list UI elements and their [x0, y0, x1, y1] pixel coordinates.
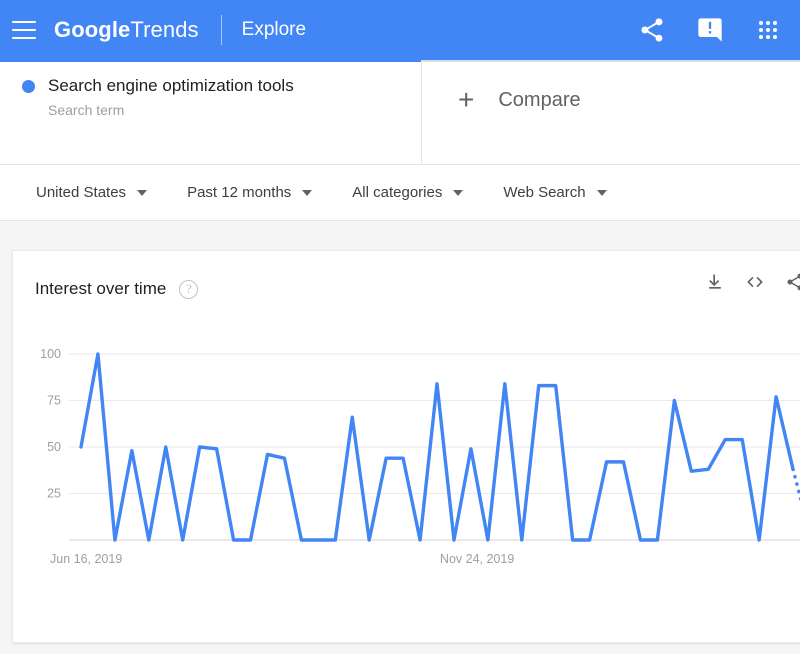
chart-card-footer — [13, 590, 800, 642]
search-term-content: Search engine optimization tools Search … — [0, 60, 421, 118]
compare-accent-bar — [422, 60, 800, 62]
y-axis-tick-label: 75 — [47, 394, 61, 408]
share-icon[interactable] — [638, 16, 666, 44]
y-axis-tick-label: 50 — [47, 440, 61, 454]
share-icon[interactable] — [778, 267, 800, 297]
filter-bar: United States Past 12 months All categor… — [0, 165, 800, 221]
hamburger-menu-icon[interactable] — [12, 21, 36, 39]
chart-line-dashed — [793, 469, 800, 534]
x-axis-tick-label: Nov 24, 2019 — [440, 552, 514, 566]
chevron-down-icon — [302, 190, 312, 196]
filter-time-range[interactable]: Past 12 months — [187, 184, 312, 201]
chart-y-axis-labels: 25 50 75 100 — [40, 347, 61, 501]
download-icon[interactable] — [698, 267, 732, 297]
chart-card-header: Interest over time ? — [13, 251, 800, 309]
filter-search-type-label: Web Search — [503, 184, 585, 201]
chart-title: Interest over time — [35, 279, 166, 299]
interest-over-time-card: Interest over time ? — [12, 250, 800, 643]
brand-google: Google — [54, 17, 130, 42]
filter-location-label: United States — [36, 184, 126, 201]
filter-location[interactable]: United States — [36, 184, 147, 201]
filter-category[interactable]: All categories — [352, 184, 463, 201]
y-axis-tick-label: 25 — [47, 487, 61, 501]
feedback-icon[interactable] — [696, 16, 724, 44]
app-bar: GoogleTrends Explore — [0, 0, 800, 60]
filter-category-label: All categories — [352, 184, 442, 201]
help-icon[interactable]: ? — [179, 280, 198, 299]
page-root: GoogleTrends Explore S — [0, 0, 800, 654]
apps-grid-icon[interactable] — [754, 16, 782, 44]
search-term-card[interactable]: Search engine optimization tools Search … — [0, 60, 422, 165]
chevron-down-icon — [597, 190, 607, 196]
chart-x-axis-labels: Jun 16, 2019Nov 24, 2019May 3, 2020 — [50, 552, 800, 566]
chart-card-wrapper: Interest over time ? — [0, 221, 800, 654]
search-term-subtitle: Search term — [48, 102, 294, 118]
explore-nav-item[interactable]: Explore — [242, 19, 306, 41]
chart-svg: 255075100 Jun 16, 2019Nov 24, 2019May 3,… — [13, 309, 800, 629]
appbar-divider — [221, 15, 222, 45]
chevron-down-icon — [137, 190, 147, 196]
interest-over-time-plot: 255075100 Jun 16, 2019Nov 24, 2019May 3,… — [13, 309, 800, 629]
chevron-down-icon — [453, 190, 463, 196]
filter-time-range-label: Past 12 months — [187, 184, 291, 201]
embed-icon[interactable] — [738, 267, 772, 297]
compare-label: Compare — [498, 89, 580, 112]
google-trends-logo[interactable]: GoogleTrends — [54, 17, 199, 43]
plus-icon: + — [458, 86, 474, 114]
y-axis-tick-label: 100 — [40, 347, 61, 361]
compare-card[interactable]: + Compare — [422, 60, 800, 165]
compare-button[interactable]: + Compare — [422, 60, 800, 114]
series-color-dot — [22, 80, 35, 93]
brand-trends: Trends — [130, 17, 198, 42]
query-row: Search engine optimization tools Search … — [0, 60, 800, 165]
search-term-title: Search engine optimization tools — [48, 74, 294, 98]
chart-card-actions — [692, 267, 800, 297]
search-term-accent-bar — [0, 60, 421, 62]
filter-search-type[interactable]: Web Search — [503, 184, 606, 201]
x-axis-tick-label: Jun 16, 2019 — [50, 552, 122, 566]
